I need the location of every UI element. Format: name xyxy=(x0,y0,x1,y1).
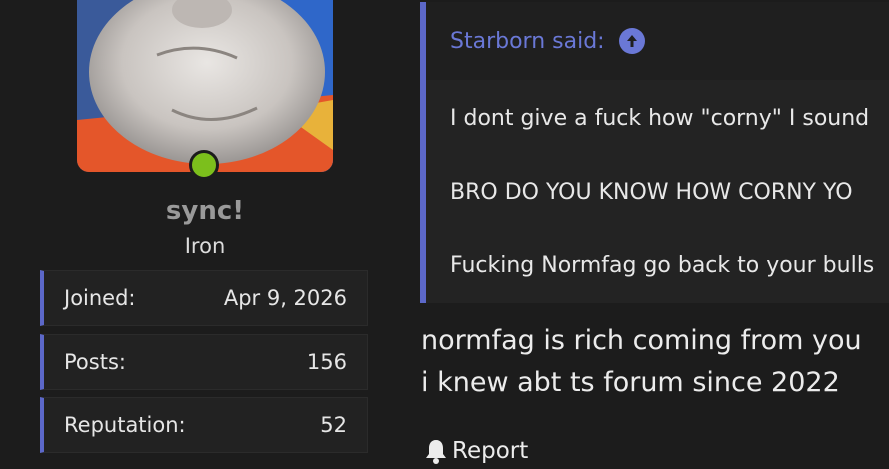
stat-joined: Joined: Apr 9, 2026 xyxy=(40,270,368,326)
avatar[interactable] xyxy=(77,0,333,172)
avatar-image xyxy=(77,0,333,172)
quote-author[interactable]: Starborn said: xyxy=(450,29,605,54)
report-label: Report xyxy=(452,438,529,464)
message-line: normfag is rich coming from you xyxy=(421,325,862,356)
quote-block: Starborn said: I dont give a fuck how "c… xyxy=(420,2,889,303)
stat-label: Posts: xyxy=(64,350,126,374)
message-line: i knew abt ts forum since 2022 xyxy=(421,367,840,398)
user-panel: sync! Iron Joined: Apr 9, 2026 Posts: 15… xyxy=(0,0,396,469)
bell-icon xyxy=(426,440,446,464)
quote-header: Starborn said: xyxy=(426,2,889,80)
username[interactable]: sync! xyxy=(0,196,410,226)
quote-line: BRO DO YOU KNOW HOW CORNY YO xyxy=(450,180,853,205)
quote-line: Fucking Normfag go back to your bulls xyxy=(450,253,875,278)
quote-line: I dont give a fuck how "corny" I sound xyxy=(450,106,870,131)
stat-posts: Posts: 156 xyxy=(40,334,368,390)
stat-value: 156 xyxy=(306,350,347,374)
stat-label: Joined: xyxy=(64,286,136,310)
stat-value: 52 xyxy=(320,413,347,437)
online-status-icon xyxy=(189,150,219,180)
report-button[interactable]: Report xyxy=(424,438,528,464)
stat-label: Reputation: xyxy=(64,413,186,437)
arrow-up-circle-icon[interactable] xyxy=(618,28,645,54)
stat-reputation: Reputation: 52 xyxy=(40,397,368,453)
user-rank: Iron xyxy=(184,234,226,258)
stat-value: Apr 9, 2026 xyxy=(223,286,347,310)
